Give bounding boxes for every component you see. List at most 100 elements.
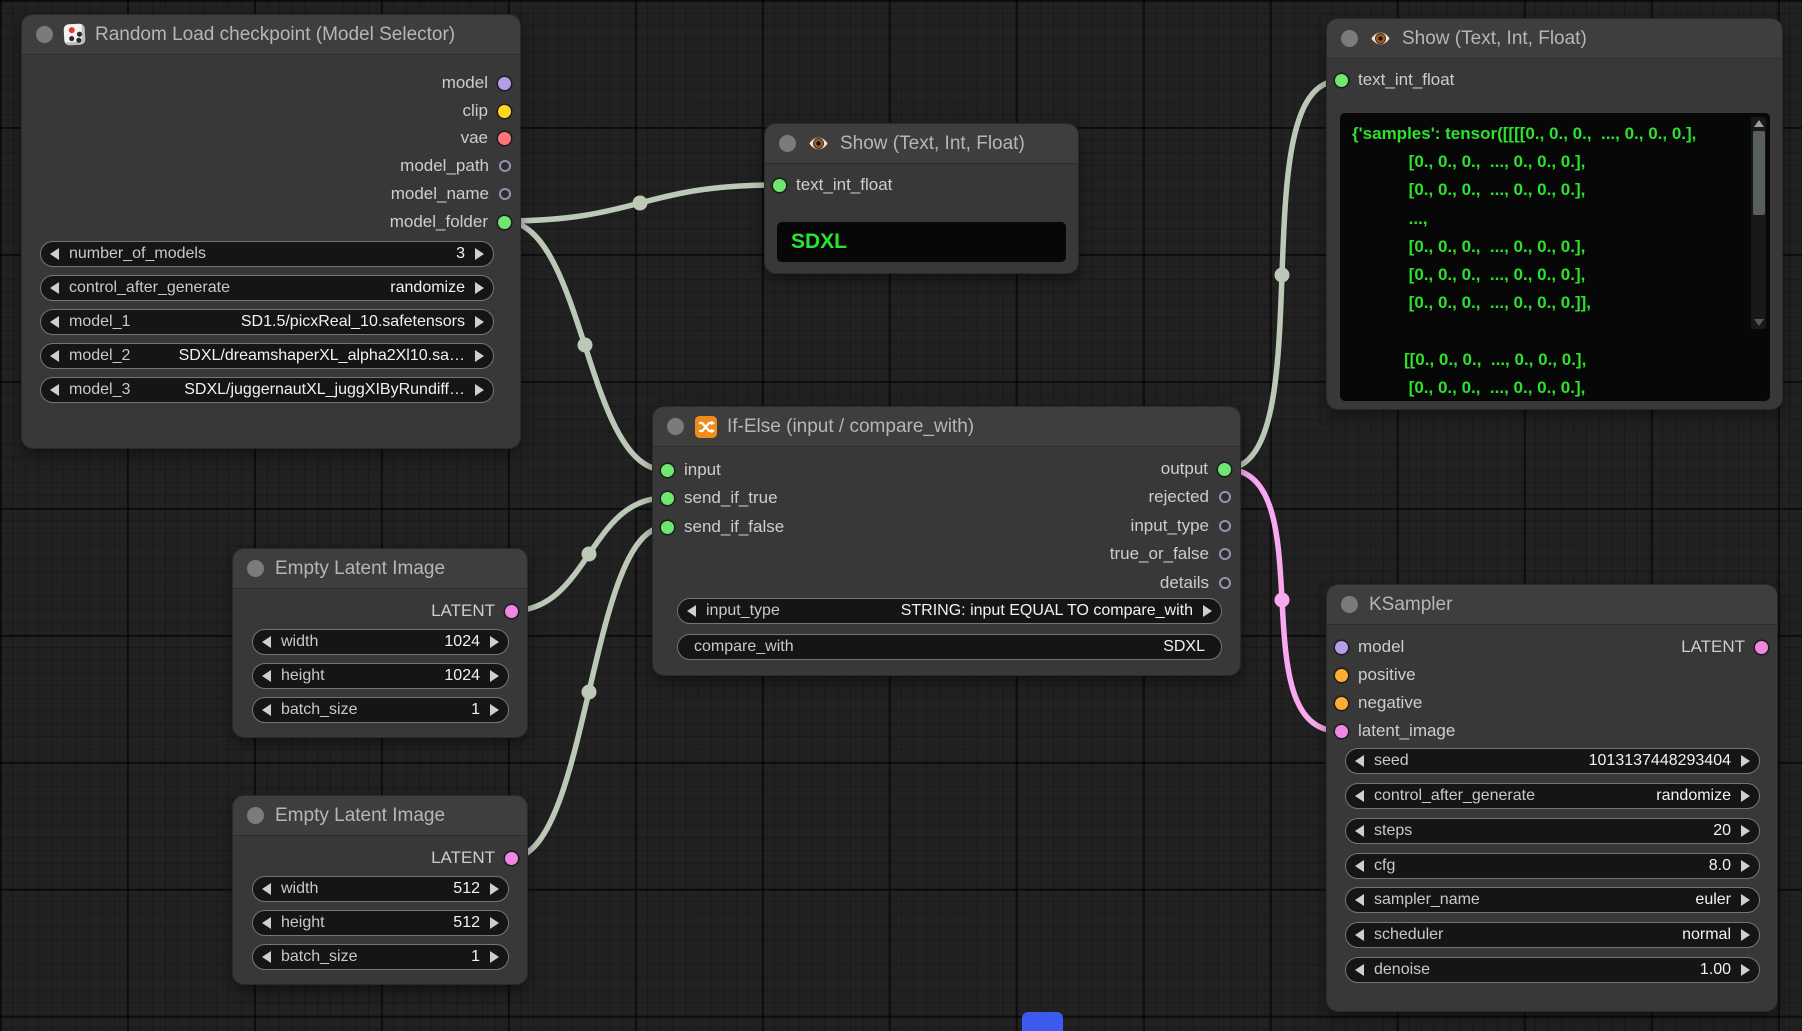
decrement-arrow-icon[interactable] bbox=[262, 704, 271, 716]
increment-arrow-icon[interactable] bbox=[490, 951, 499, 963]
node-if-else[interactable]: If-Else (input / compare_with) input sen… bbox=[653, 407, 1240, 675]
increment-arrow-icon[interactable] bbox=[475, 248, 484, 260]
widget-seed[interactable]: seed 1013137448293404 bbox=[1345, 748, 1760, 774]
port-true-or-false[interactable] bbox=[1219, 548, 1231, 560]
decrement-arrow-icon[interactable] bbox=[262, 636, 271, 648]
node-titlebar[interactable]: KSampler bbox=[1327, 585, 1777, 625]
widget-model-2[interactable]: model_2 SDXL/dreamshaperXL_alpha2Xl10.sa… bbox=[40, 343, 494, 369]
node-random-load-checkpoint[interactable]: Random Load checkpoint (Model Selector) … bbox=[22, 15, 520, 448]
widget-height[interactable]: height 512 bbox=[252, 910, 509, 936]
port-model[interactable] bbox=[498, 77, 511, 90]
widget-batch-size[interactable]: batch_size 1 bbox=[252, 697, 509, 723]
widget-height[interactable]: height 1024 bbox=[252, 663, 509, 689]
node-titlebar[interactable]: Show (Text, Int, Float) bbox=[1327, 19, 1782, 59]
increment-arrow-icon[interactable] bbox=[490, 670, 499, 682]
node-ksampler[interactable]: KSampler model positive negative latent_… bbox=[1327, 585, 1777, 1011]
widget-width[interactable]: width 1024 bbox=[252, 629, 509, 655]
node-empty-latent-image-top[interactable]: Empty Latent Image LATENT width 1024 hei… bbox=[233, 549, 527, 737]
collapse-dot[interactable] bbox=[247, 807, 264, 824]
increment-arrow-icon[interactable] bbox=[475, 282, 484, 294]
widget-model-3[interactable]: model_3 SDXL/juggernautXL_juggXIByRundif… bbox=[40, 377, 494, 403]
port-details[interactable] bbox=[1219, 577, 1231, 589]
port-model-name[interactable] bbox=[499, 188, 511, 200]
port-input-type[interactable] bbox=[1219, 520, 1231, 532]
port-model-folder[interactable] bbox=[498, 216, 511, 229]
widget-scheduler[interactable]: scheduler normal bbox=[1345, 922, 1760, 948]
widget-sampler-name[interactable]: sampler_name euler bbox=[1345, 887, 1760, 913]
collapse-dot[interactable] bbox=[36, 26, 53, 43]
port-positive[interactable] bbox=[1335, 669, 1348, 682]
increment-arrow-icon[interactable] bbox=[1741, 929, 1750, 941]
collapse-dot[interactable] bbox=[1341, 596, 1358, 613]
decrement-arrow-icon[interactable] bbox=[262, 951, 271, 963]
collapse-dot[interactable] bbox=[779, 135, 796, 152]
scroll-down-icon[interactable] bbox=[1754, 319, 1764, 326]
increment-arrow-icon[interactable] bbox=[1741, 894, 1750, 906]
port-vae[interactable] bbox=[498, 132, 511, 145]
decrement-arrow-icon[interactable] bbox=[50, 350, 59, 362]
decrement-arrow-icon[interactable] bbox=[50, 282, 59, 294]
decrement-arrow-icon[interactable] bbox=[262, 670, 271, 682]
scroll-up-icon[interactable] bbox=[1754, 120, 1764, 127]
node-titlebar[interactable]: Empty Latent Image bbox=[233, 796, 527, 836]
decrement-arrow-icon[interactable] bbox=[50, 384, 59, 396]
widget-model-1[interactable]: model_1 SD1.5/picxReal_10.safetensors bbox=[40, 309, 494, 335]
node-titlebar[interactable]: Random Load checkpoint (Model Selector) bbox=[22, 15, 520, 55]
increment-arrow-icon[interactable] bbox=[490, 917, 499, 929]
widget-number-of-models[interactable]: number_of_models 3 bbox=[40, 241, 494, 267]
node-titlebar[interactable]: Show (Text, Int, Float) bbox=[765, 124, 1078, 164]
node-empty-latent-image-bottom[interactable]: Empty Latent Image LATENT width 512 heig… bbox=[233, 796, 527, 984]
increment-arrow-icon[interactable] bbox=[475, 350, 484, 362]
increment-arrow-icon[interactable] bbox=[1741, 790, 1750, 802]
offscreen-node-fragment[interactable] bbox=[1022, 1012, 1063, 1031]
node-graph-canvas[interactable]: Random Load checkpoint (Model Selector) … bbox=[0, 0, 1802, 1031]
decrement-arrow-icon[interactable] bbox=[1355, 894, 1364, 906]
increment-arrow-icon[interactable] bbox=[1741, 860, 1750, 872]
widget-width[interactable]: width 512 bbox=[252, 876, 509, 902]
node-titlebar[interactable]: If-Else (input / compare_with) bbox=[653, 407, 1240, 447]
decrement-arrow-icon[interactable] bbox=[50, 316, 59, 328]
port-latent[interactable] bbox=[505, 605, 518, 618]
decrement-arrow-icon[interactable] bbox=[1355, 860, 1364, 872]
port-text-int-float[interactable] bbox=[773, 179, 786, 192]
increment-arrow-icon[interactable] bbox=[1741, 825, 1750, 837]
port-clip[interactable] bbox=[498, 105, 511, 118]
scrollbar-thumb[interactable] bbox=[1753, 131, 1765, 215]
increment-arrow-icon[interactable] bbox=[490, 704, 499, 716]
decrement-arrow-icon[interactable] bbox=[1355, 790, 1364, 802]
increment-arrow-icon[interactable] bbox=[490, 883, 499, 895]
increment-arrow-icon[interactable] bbox=[475, 316, 484, 328]
widget-control-after-generate[interactable]: control_after_generate randomize bbox=[1345, 783, 1760, 809]
widget-input-type[interactable]: input_type STRING: input EQUAL TO compar… bbox=[677, 598, 1222, 624]
increment-arrow-icon[interactable] bbox=[1741, 964, 1750, 976]
node-titlebar[interactable]: Empty Latent Image bbox=[233, 549, 527, 589]
node-show-tensor[interactable]: Show (Text, Int, Float) text_int_float {… bbox=[1327, 19, 1782, 409]
scrollbar-track[interactable] bbox=[1751, 117, 1766, 329]
decrement-arrow-icon[interactable] bbox=[1355, 964, 1364, 976]
port-rejected[interactable] bbox=[1219, 491, 1231, 503]
widget-denoise[interactable]: denoise 1.00 bbox=[1345, 957, 1760, 983]
widget-compare-with[interactable]: compare_with SDXL bbox=[677, 634, 1222, 660]
port-negative[interactable] bbox=[1335, 697, 1348, 710]
tensor-display-area[interactable]: {'samples': tensor([[[[0., 0., 0., ..., … bbox=[1340, 113, 1770, 401]
decrement-arrow-icon[interactable] bbox=[687, 605, 696, 617]
text-display-area[interactable]: SDXL bbox=[777, 222, 1066, 262]
decrement-arrow-icon[interactable] bbox=[262, 883, 271, 895]
widget-control-after-generate[interactable]: control_after_generate randomize bbox=[40, 275, 494, 301]
collapse-dot[interactable] bbox=[247, 560, 264, 577]
decrement-arrow-icon[interactable] bbox=[262, 917, 271, 929]
increment-arrow-icon[interactable] bbox=[1203, 605, 1212, 617]
collapse-dot[interactable] bbox=[1341, 30, 1358, 47]
port-latent[interactable] bbox=[505, 852, 518, 865]
port-text-int-float[interactable] bbox=[1335, 74, 1348, 87]
increment-arrow-icon[interactable] bbox=[1741, 755, 1750, 767]
port-latent-image[interactable] bbox=[1335, 725, 1348, 738]
decrement-arrow-icon[interactable] bbox=[1355, 755, 1364, 767]
widget-batch-size[interactable]: batch_size 1 bbox=[252, 944, 509, 970]
decrement-arrow-icon[interactable] bbox=[50, 248, 59, 260]
increment-arrow-icon[interactable] bbox=[475, 384, 484, 396]
increment-arrow-icon[interactable] bbox=[490, 636, 499, 648]
decrement-arrow-icon[interactable] bbox=[1355, 825, 1364, 837]
collapse-dot[interactable] bbox=[667, 418, 684, 435]
widget-cfg[interactable]: cfg 8.0 bbox=[1345, 853, 1760, 879]
